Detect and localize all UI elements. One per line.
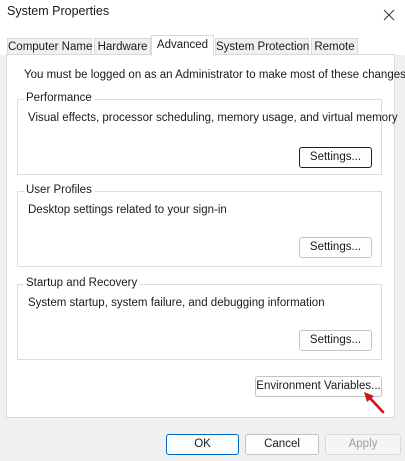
advanced-tab-panel: You must be logged on as an Administrato… [6, 54, 405, 418]
window-title: System Properties [7, 4, 110, 18]
user-profiles-description: Desktop settings related to your sign-in [28, 204, 227, 216]
tab-strip: Computer Name Hardware Advanced System P… [0, 30, 405, 56]
user-profiles-group: User Profiles Desktop settings related t… [17, 184, 382, 267]
apply-button[interactable]: Apply [325, 434, 401, 455]
system-properties-dialog: System Properties Computer Name Hardware… [0, 0, 405, 461]
title-bar: System Properties [0, 0, 405, 30]
startup-recovery-group: Startup and Recovery System startup, sys… [17, 277, 382, 360]
tab-hardware[interactable]: Hardware [94, 38, 151, 55]
startup-recovery-description: System startup, system failure, and debu… [28, 297, 325, 309]
startup-recovery-settings-button[interactable]: Settings... [299, 330, 372, 351]
tab-advanced[interactable]: Advanced [151, 35, 214, 56]
admin-note: You must be logged on as an Administrato… [24, 69, 405, 81]
user-profiles-title: User Profiles [24, 184, 94, 196]
performance-settings-button[interactable]: Settings... [299, 147, 372, 168]
close-icon [383, 9, 395, 21]
close-button[interactable] [373, 0, 405, 30]
performance-group: Performance Visual effects, processor sc… [17, 92, 398, 175]
startup-recovery-title: Startup and Recovery [24, 277, 140, 289]
performance-description: Visual effects, processor scheduling, me… [28, 112, 398, 124]
performance-title: Performance [24, 92, 94, 104]
tab-remote[interactable]: Remote [311, 38, 358, 55]
red-arrow-icon [364, 392, 385, 414]
ok-button[interactable]: OK [166, 434, 239, 455]
cancel-button[interactable]: Cancel [245, 434, 319, 455]
tab-computer-name[interactable]: Computer Name [7, 38, 92, 55]
tab-system-protection[interactable]: System Protection [215, 38, 309, 55]
user-profiles-settings-button[interactable]: Settings... [299, 237, 372, 258]
